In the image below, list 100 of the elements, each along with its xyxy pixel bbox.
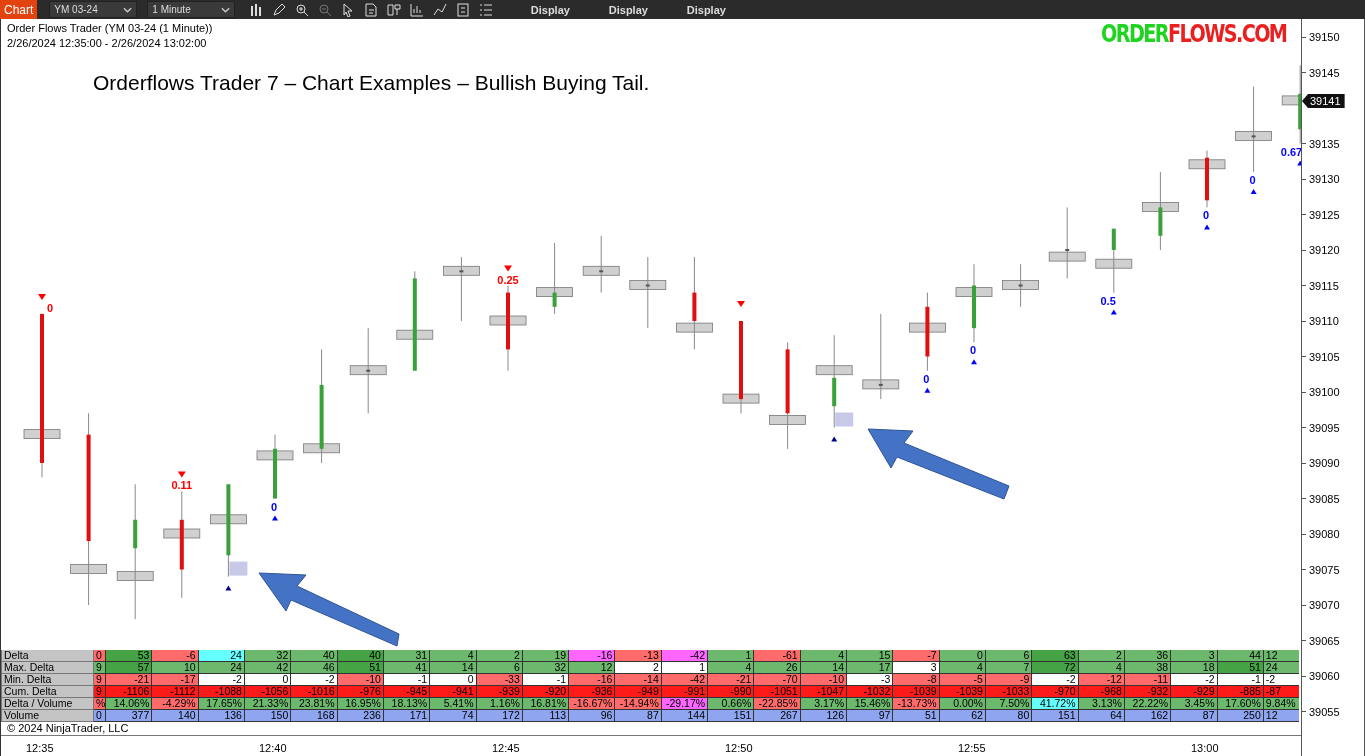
point-of-control-marker <box>769 415 806 425</box>
table-cell: 57 <box>106 662 153 674</box>
table-cell: 377 <box>106 710 153 722</box>
table-cell: 267 <box>754 710 801 722</box>
table-cell: -929 <box>1171 686 1218 698</box>
signal-label: 0 <box>270 500 277 513</box>
table-cell: 31 <box>383 650 431 662</box>
point-of-control-marker <box>23 429 61 439</box>
table-cell: -12 <box>1078 674 1125 686</box>
line-tool-icon[interactable] <box>433 2 448 17</box>
table-cell: -2 <box>291 674 338 686</box>
point-of-control-marker <box>396 329 434 340</box>
price-label: 39060 <box>1309 670 1340 682</box>
point-of-control-marker <box>256 450 294 461</box>
table-cell: 24 <box>198 650 245 662</box>
point-of-control-marker <box>1188 159 1226 170</box>
table-cell: 7 <box>985 662 1033 674</box>
table-cell: 2 <box>615 662 662 674</box>
table-cell: -13 <box>615 650 662 662</box>
table-cell: 151 <box>708 710 755 722</box>
display-button[interactable]: Display <box>667 3 746 16</box>
table-cell: 18 <box>1171 662 1218 674</box>
table-cell: 3.17% <box>800 698 847 710</box>
table-cell: -932 <box>1124 686 1172 698</box>
table-cell: 44 <box>1217 650 1264 662</box>
table-cell: -42 <box>661 674 709 686</box>
document-icon[interactable] <box>364 2 379 17</box>
list-icon[interactable] <box>479 2 494 17</box>
table-cell: 19 <box>522 650 570 662</box>
table-cell: 4 <box>430 650 477 662</box>
table-cell: 15 <box>847 650 894 662</box>
table-cell: 17.65% <box>198 698 245 710</box>
table-cell: 46 <box>291 662 338 674</box>
table-cell: -939 <box>476 686 523 698</box>
table-cell: -1 <box>1217 674 1264 686</box>
table-cell: -61 <box>754 650 801 662</box>
table-cell: -14 <box>615 674 662 686</box>
time-label: 13:00 <box>1191 742 1219 754</box>
copyright-text: © 2024 NinjaTrader, LLC <box>6 722 130 735</box>
point-of-control-marker <box>489 315 527 326</box>
point-of-control-marker <box>116 571 154 581</box>
table-cell: 17 <box>847 662 894 674</box>
table-cell: 0 <box>94 710 106 722</box>
zoom-out-icon[interactable] <box>318 2 333 17</box>
table-cell: 151 <box>1032 710 1079 722</box>
table-cell: 162 <box>1124 710 1172 722</box>
signal-label: 0 <box>46 301 54 314</box>
table-cell: -1088 <box>198 686 245 698</box>
table-cell: -1106 <box>106 686 153 698</box>
table-cell: 41.72% <box>1032 698 1079 710</box>
table-cell: -2 <box>1032 674 1079 686</box>
price-label: 39150 <box>1309 31 1340 43</box>
table-cell: -2 <box>1171 674 1218 686</box>
panel-icon[interactable] <box>387 2 402 17</box>
table-cell: 24 <box>1263 662 1299 674</box>
row-label: Max. Delta <box>1 662 94 674</box>
chart-caption: Orderflows Trader 7 – Chart Examples – Bullish Buying Tail. <box>93 71 650 95</box>
table-cell: 62 <box>939 710 986 722</box>
table-cell: -3 <box>847 674 894 686</box>
table-cell: 42 <box>244 662 292 674</box>
table-cell: -4.29% <box>152 698 199 710</box>
table-cell: -17 <box>152 674 199 686</box>
table-cell: 12 <box>569 662 616 674</box>
table-cell: -941 <box>430 686 477 698</box>
bars-icon[interactable] <box>249 2 264 17</box>
point-of-control-marker <box>1142 202 1179 212</box>
chart-icon[interactable] <box>410 2 425 17</box>
table-cell: 97 <box>847 710 894 722</box>
point-of-control-marker <box>163 528 201 539</box>
interval-select[interactable]: 1 Minute <box>147 1 236 18</box>
tail-highlight <box>229 561 248 576</box>
point-of-control-marker <box>70 564 107 574</box>
table-cell: 64 <box>1078 710 1125 722</box>
grid-icon[interactable] <box>456 2 471 17</box>
price-label: 39125 <box>1309 208 1340 221</box>
price-label: 39105 <box>1309 350 1340 363</box>
table-cell: 236 <box>337 710 384 722</box>
table-cell: 1.16% <box>476 698 523 710</box>
table-cell: -936 <box>569 686 616 698</box>
table-cell: 6 <box>985 650 1033 662</box>
zoom-in-icon[interactable] <box>295 2 310 17</box>
point-of-control-marker <box>582 265 620 276</box>
point-of-control-marker <box>303 443 340 454</box>
table-cell: 3.13% <box>1078 698 1125 710</box>
table-cell: -949 <box>615 686 662 698</box>
table-cell: 168 <box>291 710 338 722</box>
table-cell: -2 <box>1263 674 1299 686</box>
table-cell: 72 <box>1032 662 1079 674</box>
instrument-select[interactable]: YM 03-24 <box>49 1 138 18</box>
time-label: 12:55 <box>958 742 986 754</box>
pencil-icon[interactable] <box>272 2 287 17</box>
row-label: Delta <box>1 650 94 662</box>
table-cell: 96 <box>569 710 616 722</box>
display-button[interactable]: Display <box>511 3 590 16</box>
display-button[interactable]: Display <box>589 3 668 16</box>
signal-label: 0 <box>923 372 930 385</box>
chart-button[interactable]: Chart <box>0 0 38 19</box>
price-label: 39115 <box>1309 279 1339 292</box>
table-cell: 21.33% <box>244 698 292 710</box>
table-cell: -29.17% <box>661 698 709 710</box>
